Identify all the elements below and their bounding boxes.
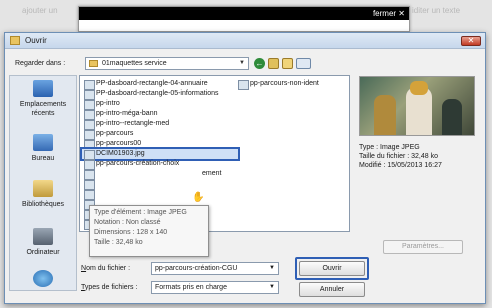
tooltip-rating: Notation : Non classé [94,219,161,226]
mouse-cursor-icon: ✋ [192,192,205,203]
background-edit-text: iditer un texte [412,6,461,15]
list-item[interactable]: pp-intro-méga-bann [82,109,242,120]
chevron-down-icon: ▼ [269,265,275,271]
background-add-text: ajouter un [22,6,58,15]
place-desktop-label: Bureau [31,155,55,162]
open-file-dialog: Ouvrir ✕ Regarder dans : 01maquettes ser… [4,32,486,304]
tooltip-type: Type d'élément : Image JPEG [94,209,187,216]
filetype-label: Types de fichiers : [81,284,138,291]
filename-label: Nom du fichier : [81,265,131,272]
new-folder-icon[interactable] [282,58,293,69]
folder-icon [89,60,98,67]
file-column-2: pp-parcours-non-ident [236,79,346,90]
place-network[interactable] [10,270,76,290]
list-item-fragment: ement [202,170,222,177]
dialog-titlebar: Ouvrir ✕ [5,33,485,49]
list-item-obscured[interactable] [82,179,242,190]
list-item-obscured[interactable]: ement [82,169,242,180]
places-bar: Emplacements récents Bureau Bibliothèque… [9,75,77,291]
tooltip-dimensions: Dimensions : 128 x 140 [94,229,168,236]
list-item[interactable]: pp-parcours-création-choix [82,159,242,170]
folder-icon [10,36,20,45]
list-item[interactable]: pp-intro [82,99,242,110]
look-in-label: Regarder dans : [15,60,66,67]
network-icon [33,270,53,287]
list-item-obscured[interactable] [82,189,242,200]
image-preview [359,76,475,136]
preview-details: Type : Image JPEG Taille du fichier : 32… [359,143,442,170]
place-computer[interactable]: Ordinateur [10,228,76,257]
preview-size: Taille du fichier : 32,48 ko [359,153,438,160]
tooltip-size: Taille : 32,48 ko [94,239,143,246]
place-libraries[interactable]: Bibliothèques [10,180,76,209]
file-tooltip: Type d'élément : Image JPEG Notation : N… [89,205,209,257]
list-item[interactable]: PP-dasboard-rectangle-05-informations [82,89,242,100]
place-computer-label: Ordinateur [26,249,60,256]
open-button-highlight: Ouvrir [295,257,369,280]
preview-modified: Modifié : 15/05/2013 16:27 [359,162,442,169]
open-button[interactable]: Ouvrir [299,261,365,276]
popup-close-button[interactable]: fermer ✕ [373,8,405,19]
filetype-select[interactable]: Formats pris en charge ▼ [151,281,279,294]
preview-type: Type : Image JPEG [359,144,420,151]
place-recent[interactable]: Emplacements récents [10,80,76,118]
parameters-button[interactable]: Paramètres... [383,240,463,254]
filetype-value: Formats pris en charge [155,284,227,291]
look-in-select[interactable]: 01maquettes service ▼ [85,57,249,70]
chevron-down-icon: ▼ [239,60,245,66]
place-desktop[interactable]: Bureau [10,134,76,163]
look-in-value: 01maquettes service [102,60,167,67]
place-libraries-label: Bibliothèques [21,201,65,208]
filename-value: pp-parcours-création-CGU [155,265,238,272]
computer-icon [33,228,53,245]
desktop-icon [33,134,53,151]
cancel-button[interactable]: Annuler [299,282,365,297]
dialog-close-button[interactable]: ✕ [461,36,481,46]
modal-popup: fermer ✕ [78,6,410,32]
popup-close-label: fermer [372,9,397,18]
list-item-selected[interactable]: DCIM01903.jpg [80,147,240,161]
libraries-icon [33,180,53,197]
chevron-down-icon: ▼ [269,284,275,290]
close-icon: ✕ [398,9,405,18]
popup-titlebar: fermer ✕ [79,7,409,20]
recent-places-icon [33,80,53,97]
list-item[interactable]: pp-parcours-non-ident [236,79,346,90]
list-item[interactable]: PP-dasboard-rectangle-04-annuaire [82,79,242,90]
up-folder-icon[interactable] [268,58,279,69]
list-item[interactable]: pp-intro--rectangle-med [82,119,242,130]
dialog-title: Ouvrir [25,36,47,45]
list-item[interactable]: pp-parcours [82,129,242,140]
back-icon[interactable]: ← [254,58,265,69]
filename-input[interactable]: pp-parcours-création-CGU ▼ [151,262,279,275]
place-recent-label: Emplacements récents [19,101,67,117]
list-item[interactable]: pp-parcours00 [82,139,242,150]
view-menu-icon[interactable] [296,58,311,69]
